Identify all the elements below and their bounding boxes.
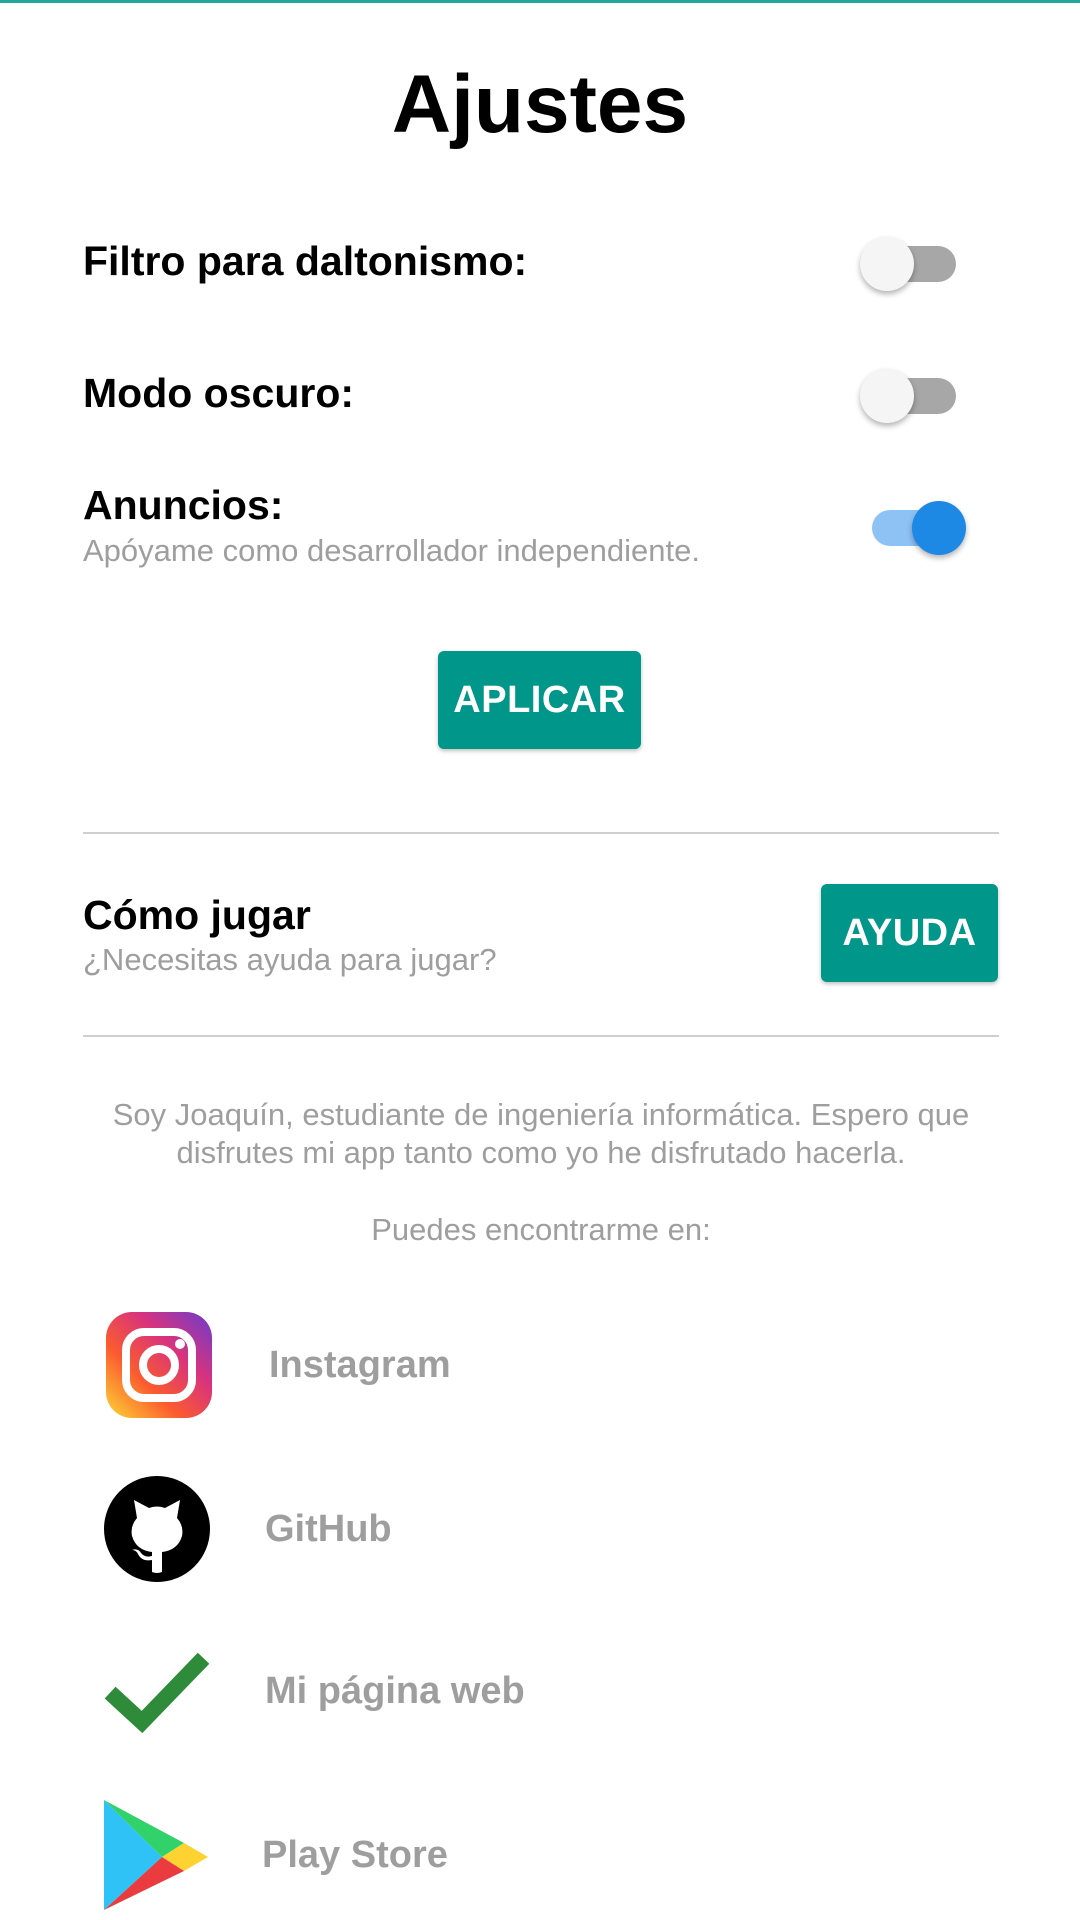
divider — [83, 1035, 999, 1037]
checkmark-icon — [104, 1636, 214, 1746]
dark-mode-switch[interactable] — [860, 358, 970, 428]
website-label: Mi página web — [265, 1670, 525, 1712]
switch-thumb — [912, 501, 966, 555]
github-label: GitHub — [265, 1508, 392, 1550]
colorblind-filter-switch[interactable] — [860, 226, 970, 296]
github-icon — [104, 1474, 214, 1584]
colorblind-filter-label: Filtro para daltonismo: — [83, 238, 528, 284]
link-github[interactable]: GitHub — [0, 1474, 1080, 1594]
help-button[interactable]: AYUDA — [821, 884, 998, 982]
play-store-label: Play Store — [262, 1834, 448, 1876]
link-instagram[interactable]: Instagram — [0, 1310, 1080, 1430]
page-title: Ajustes — [391, 59, 689, 150]
about-text: Soy Joaquín, estudiante de ingeniería in… — [112, 1097, 970, 1170]
link-website[interactable]: Mi página web — [0, 1636, 1080, 1756]
how-to-play-title: Cómo jugar — [83, 892, 311, 938]
how-to-play-subtitle: ¿Necesitas ayuda para jugar? — [83, 942, 497, 977]
instagram-icon — [104, 1310, 214, 1420]
switch-thumb — [860, 369, 914, 423]
ads-subtitle: Apóyame como desarrollador independiente… — [83, 533, 700, 568]
play-store-icon — [104, 1800, 214, 1910]
divider — [83, 832, 999, 834]
apply-button[interactable]: APLICAR — [438, 651, 641, 749]
instagram-label: Instagram — [269, 1344, 451, 1386]
switch-thumb — [860, 237, 914, 291]
ads-label: Anuncios: — [83, 482, 284, 528]
find-me-text: Puedes encontrarme en: — [371, 1212, 711, 1247]
top-accent-line — [0, 0, 1080, 3]
link-play-store[interactable]: Play Store — [0, 1800, 1080, 1920]
ads-switch[interactable] — [856, 490, 966, 560]
dark-mode-label: Modo oscuro: — [83, 370, 355, 416]
